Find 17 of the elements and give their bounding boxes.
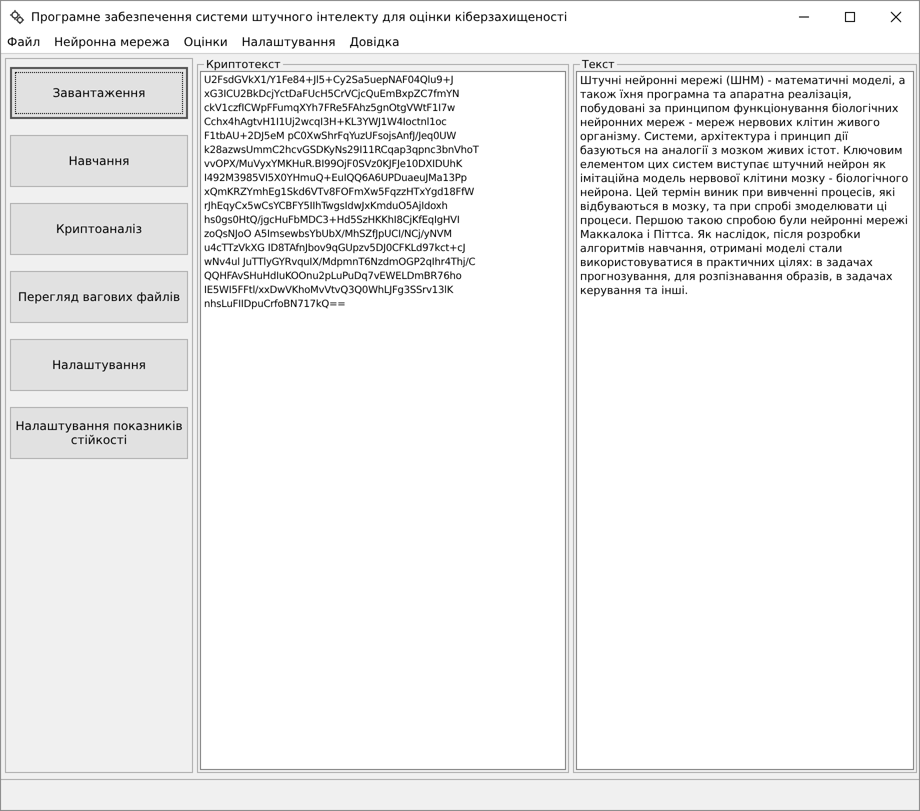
menu-item[interactable]: Довідка xyxy=(349,35,400,49)
plaintext-field[interactable]: Штучні нейронні мережі (ШНМ) - математичні моделі, а також їхня програмна та апаратна реалізація, побудовані за принципом функціонування біологічних нейронних мереж - мереж нервових клітин живого організму. Системи, архітектура і принцип дії базуються на аналогії з мозком живих істот. Ключовим елементом цих систем виступає штучний нейрон як імітаційна модель нервової клітини мозку - біологічного нейрона. Цей термін виник при вивченні процесів, які відбуваються в мозку, та при спробі змоделювати ці процеси. Першою такою спробою були нейронні мережі Маккалока і Піттса. Як наслідок, після розробки алгоритмів навчання, отримані моделі стали використовуватися в практичних цілях: в задачах прогнозування, для розпізнавання образів, в задачах керування та інші. xyxy=(576,71,914,770)
action-button[interactable]: Навчання xyxy=(10,135,188,187)
menu-item[interactable]: Файл xyxy=(7,35,40,49)
menu-item[interactable]: Нейронна мережа xyxy=(54,35,170,49)
window-title: Програмне забезпечення системи штучного інтелекту для оцінки кіберзахищеності xyxy=(31,10,568,24)
ciphertext-field[interactable]: U2FsdGVkX1/Y1Fe84+Jl5+Cy2Sa5uepNAF04Qlu9+J xG3ICU2BkDcjYctDaFUcH5CrVCjcQuEmBxpZC7fmYN ckV1czfICWpFFumqXYh7FRe5FAhz5gnOtgVWtF1I7w Cchx4hAgtvH1I1Uj2wcqI3H+KL3YWJ1W4Ioctnl1oc F1tbAU+2DJ5eM pC0XwShrFqYuzUFsojsAnfJ/Jeq0UW k28azwsUmmC2hcvGSDKyNs29I11RCqap3qpnc3bnVhoT vvOPX/MuVyxYMKHuR.BI99OjF0SVz0KJFJe10DXIDUhK I492M3985VI5X0YHmuQ+EuIQQ6A6UPDuaeuJMa13Pp xQmKRZYmhEg1Skd6VTv8FOFmXw5FqzzHTxYgd18FfW rJhEqyCx5wCsYCBFY5IIhTwgsIdwJxKmduO5AjIdoxh hs0gs0HtQ/jgcHuFbMDC3+Hd5SzHKKhI8CjKfEqIgHVI zoQsNJoO A5ImsewbsYbUbX/MhSZfJpUCI/NCj/yNVM u4cTTzVkXG ID8TAfnJbov9qGUpzv5DJ0CFKLd97kct+cJ wNv4ul JuTTlyGYRvquIX/MdpmnT6NzdmOGP2qIhr4Thj/C QQHFAvSHuHdIuKOOnu2pLuPuDq7vEWELDmBR76ho IE5WI5FFtl/xxDwVKhoMvVtvQ3Q0WhLJFg3SSrv13lK nhsLuFIIDpuCrfoBN717kQ== xyxy=(200,71,566,770)
action-button[interactable]: Перегляд вагових файлів xyxy=(10,271,188,323)
action-button[interactable]: Криптоаналіз xyxy=(10,203,188,255)
group-title: Криптотекст xyxy=(205,58,282,71)
action-button[interactable]: Налаштування xyxy=(10,339,188,391)
group-title: Текст xyxy=(581,58,616,71)
action-button[interactable]: Завантаження xyxy=(10,67,188,119)
menu-item[interactable]: Оцінки xyxy=(184,35,228,49)
app-icon xyxy=(9,9,25,25)
action-button[interactable]: Налаштування показників стійкості xyxy=(10,407,188,459)
menu-item[interactable]: Налаштування xyxy=(242,35,336,49)
